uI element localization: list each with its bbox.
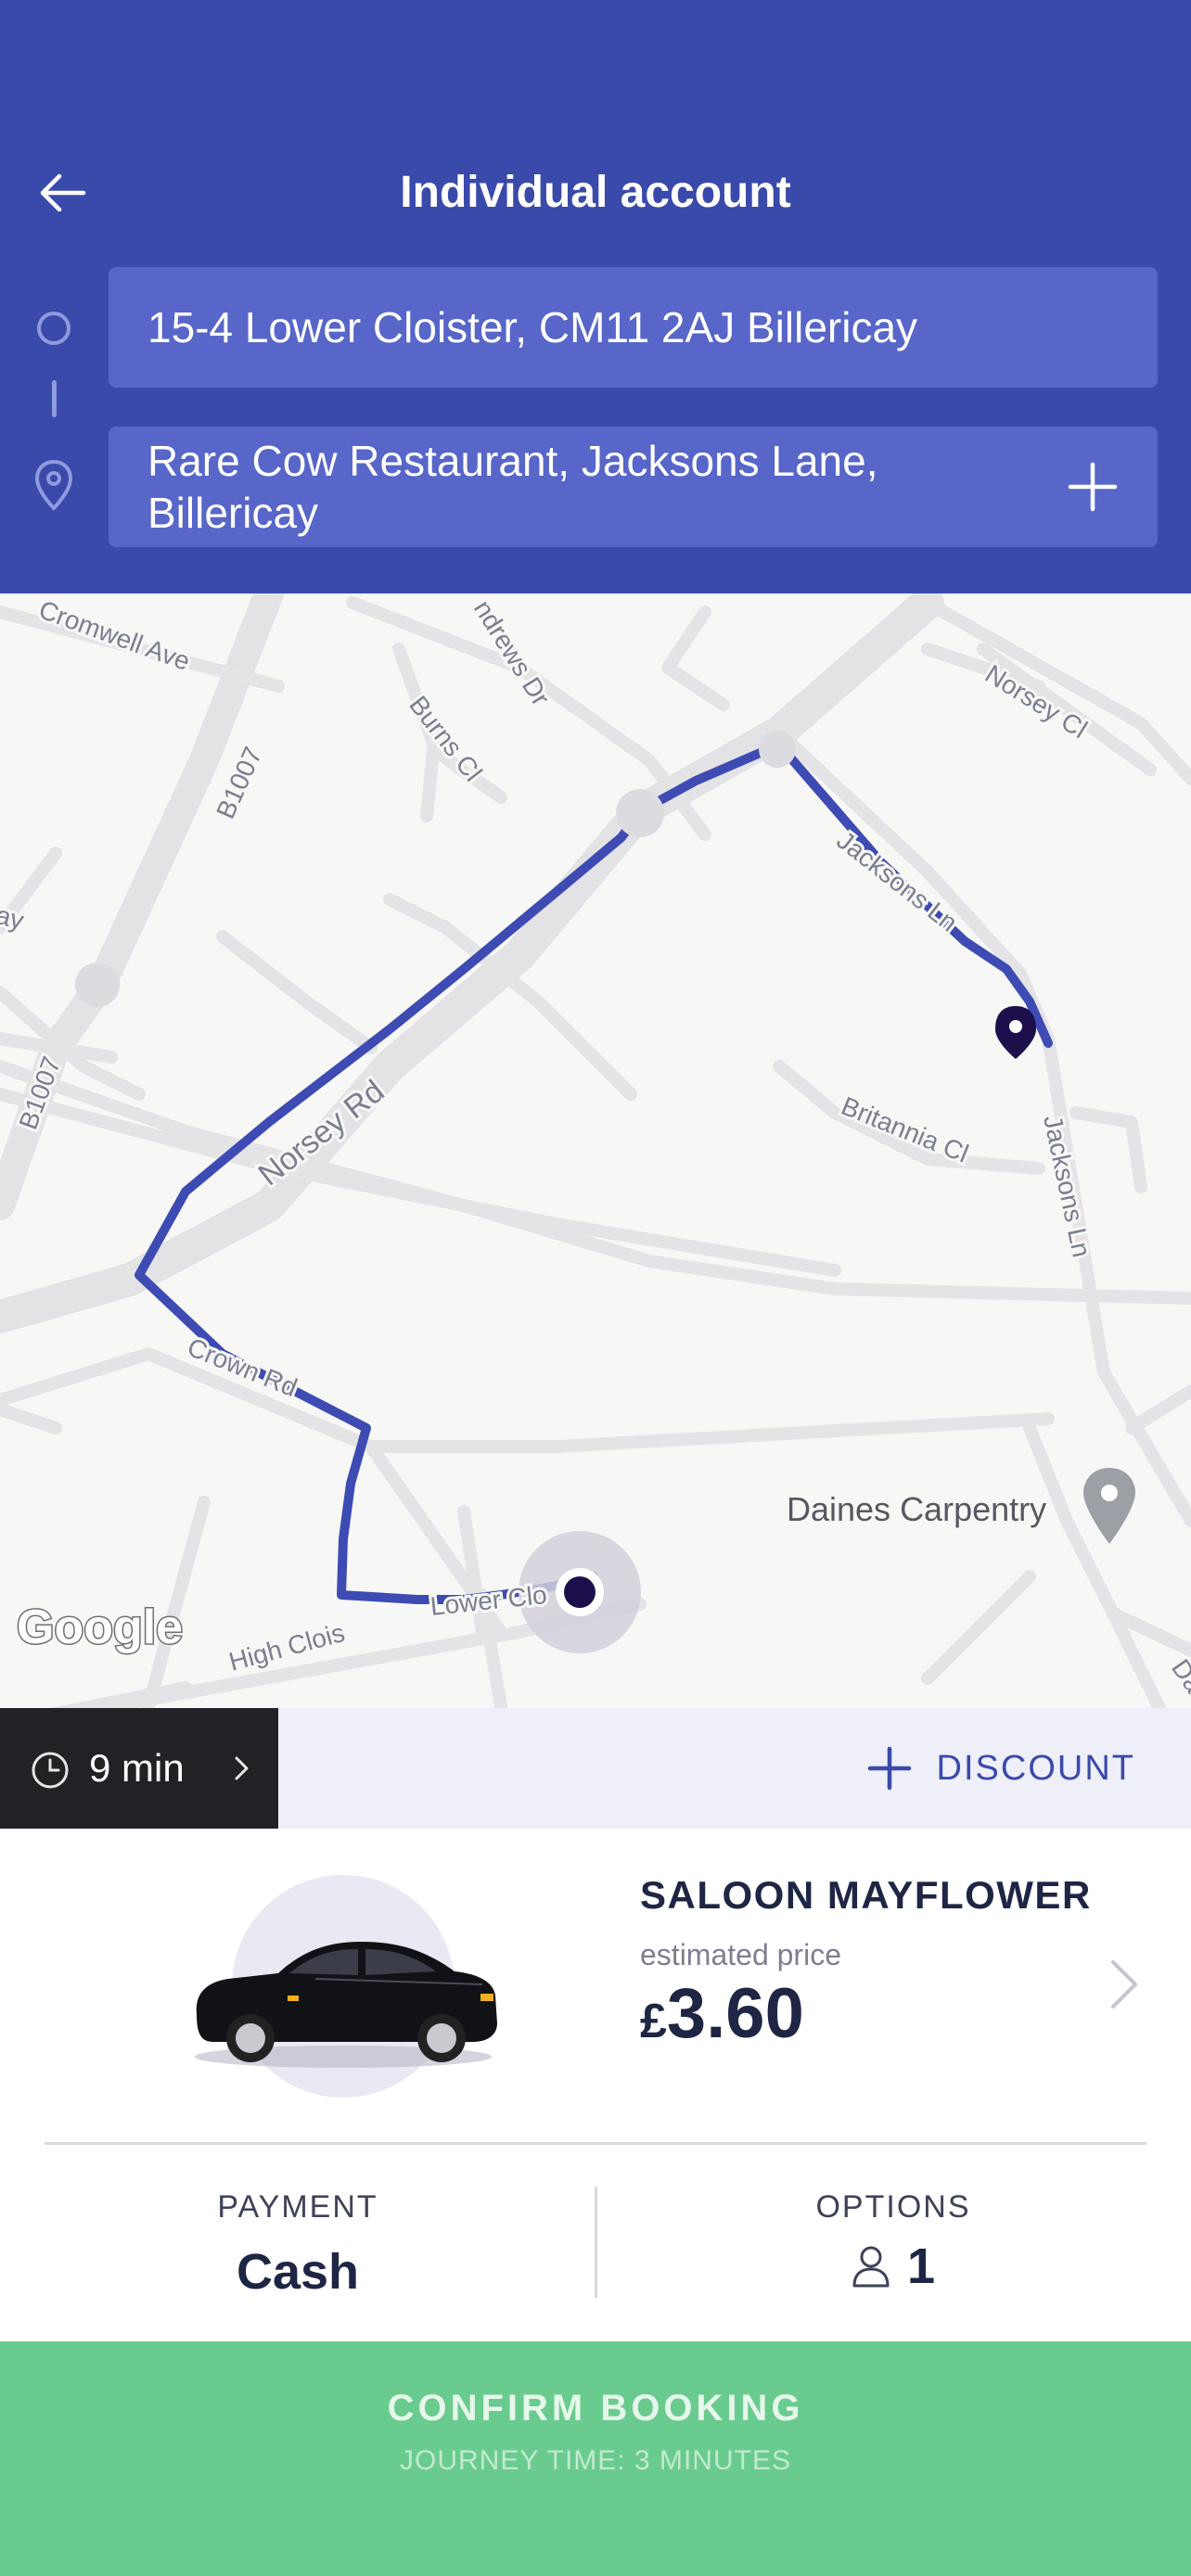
street-label: Burns Cl — [403, 691, 488, 787]
pickup-field[interactable]: 15-4 Lower Cloister, CM11 2AJ Billericay — [109, 267, 1158, 388]
place-pin-icon — [1083, 1468, 1135, 1544]
map-view[interactable]: Cromwell Ave ndrews Dr Burns Cl Norsey C… — [0, 593, 1191, 1708]
passenger-count: 1 — [906, 2238, 936, 2294]
street-label: Da — [1166, 1654, 1191, 1698]
price-amount: 3.60 — [666, 1974, 804, 2053]
options-caption: OPTIONS — [815, 2189, 971, 2225]
chevron-right-icon — [1111, 1960, 1137, 2009]
pickup-address: 15-4 Lower Cloister, CM11 2AJ Billericay — [147, 303, 918, 351]
street-label: Cromwell Ave — [35, 595, 194, 676]
google-logo: Google — [17, 1600, 183, 1654]
dropoff-field[interactable]: Rare Cow Restaurant, Jacksons Lane, Bill… — [109, 427, 1158, 547]
location-pin-icon — [34, 459, 73, 511]
payment-caption: PAYMENT — [217, 2189, 378, 2225]
pickup-circle-icon — [37, 312, 70, 345]
vehicle-name: SALOON MAYFLOWER — [640, 1873, 1092, 1917]
destination-pin-icon — [995, 1006, 1036, 1059]
chevron-right-icon — [235, 1756, 249, 1780]
options-selector[interactable]: OPTIONS 1 — [596, 2145, 1191, 2341]
journey-time: JOURNEY TIME: 3 MINUTES — [400, 2445, 791, 2476]
eta-button[interactable]: 9 min — [0, 1708, 278, 1829]
plus-icon — [867, 1746, 911, 1791]
confirm-label: CONFIRM BOOKING — [387, 2388, 804, 2429]
clock-icon — [32, 1752, 69, 1789]
payment-value: Cash — [236, 2244, 360, 2300]
price-value: £3.60 — [640, 1968, 804, 2068]
add-stop-icon[interactable] — [1065, 459, 1121, 515]
discount-button[interactable]: DISCOUNT — [866, 1708, 1135, 1829]
street-label: Norsey Cl — [980, 659, 1093, 744]
street-label: Daines Carpentry — [787, 1490, 1046, 1528]
currency-symbol: £ — [640, 1995, 667, 2048]
person-icon — [852, 2246, 890, 2288]
confirm-booking-button[interactable]: CONFIRM BOOKING JOURNEY TIME: 3 MINUTES — [0, 2341, 1191, 2576]
dropoff-address: Rare Cow Restaurant, Jacksons Lane, Bill… — [147, 437, 878, 537]
page-title: Individual account — [400, 168, 791, 217]
vehicle-card[interactable]: SALOON MAYFLOWER estimated price £3.60 — [0, 1829, 1191, 2144]
header: Individual account 15-4 Lower Cloister, … — [0, 0, 1191, 593]
discount-label: DISCOUNT — [936, 1748, 1135, 1788]
street-label: Jacksons Ln — [1038, 1113, 1096, 1260]
street-label: ay — [0, 900, 27, 936]
payment-selector[interactable]: PAYMENT Cash — [0, 2145, 596, 2341]
discount-bar: DISCOUNT — [278, 1708, 1191, 1829]
car-icon — [195, 1875, 498, 2098]
eta-label: 9 min — [89, 1746, 185, 1790]
route-connector — [52, 380, 57, 417]
